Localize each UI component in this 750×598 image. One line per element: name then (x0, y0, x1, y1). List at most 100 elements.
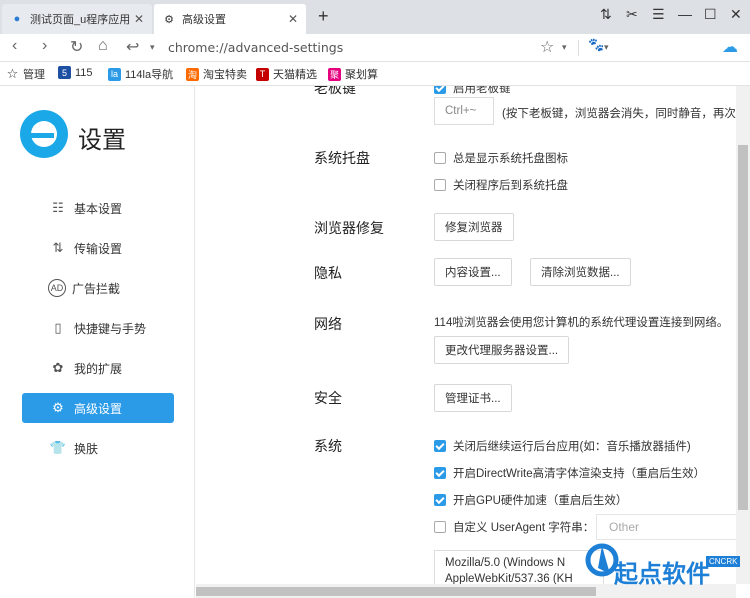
checkbox-label: 启用老板键 (453, 86, 511, 95)
close-icon[interactable]: ✕ (134, 12, 144, 26)
114la-icon: la (108, 67, 121, 81)
sidebar-item-extensions[interactable]: ✿ 我的扩展 (22, 353, 174, 383)
boss-key-checkbox[interactable]: 启用老板键 (434, 86, 511, 96)
sidebar-item-label: 我的扩展 (74, 361, 123, 376)
window-close-icon[interactable]: ✕ (730, 6, 742, 23)
forward-icon[interactable]: › (42, 37, 47, 55)
tray-always-show-checkbox[interactable]: 总是显示系统托盘图标 (434, 150, 568, 166)
back-icon[interactable]: ‹ (12, 37, 17, 55)
boss-key-field[interactable]: Ctrl+~ (434, 97, 494, 125)
content-settings-button[interactable]: 内容设置... (434, 258, 512, 286)
repair-browser-button[interactable]: 修复浏览器 (434, 213, 514, 241)
checkbox[interactable] (434, 440, 446, 452)
tray-minimize-checkbox[interactable]: 关闭程序后到系统托盘 (434, 177, 568, 193)
home-icon[interactable]: ⌂ (98, 37, 108, 55)
checkbox-label: 开启DirectWrite高清字体渲染支持（重启后生效） (453, 468, 706, 480)
bookmark-115[interactable]: 5 115 (58, 66, 93, 79)
sidebar-item-shortcuts[interactable]: ▯ 快捷键与手势 (22, 313, 174, 343)
minimize-icon[interactable]: — (678, 6, 692, 22)
sidebar-item-adblock[interactable]: AD 广告拦截 (22, 273, 174, 303)
sidebar-item-transfer[interactable]: ⇅ 传输设置 (22, 233, 174, 263)
shirt-icon: 👕 (49, 440, 67, 455)
watermark-text: 起点软件 (614, 561, 710, 588)
watermark-badge: CNCRK (706, 556, 741, 567)
tab-test-page[interactable]: ● 测试页面_u程序应用运行 ✕ (2, 4, 152, 34)
chevron-down-icon[interactable]: ▾ (604, 42, 609, 53)
useragent-line: AppleWebKit/537.36 (KH (445, 573, 573, 584)
tab-advanced-settings[interactable]: ⚙ 高级设置 ✕ (154, 4, 306, 34)
menu-icon[interactable]: ☰ (652, 6, 665, 23)
star-icon[interactable]: ☆ (540, 37, 554, 57)
settings-sidebar: 设置 ☷ 基本设置 ⇅ 传输设置 AD 广告拦截 ▯ 快捷键与手势 ✿ 我的扩展… (0, 86, 195, 598)
chevron-down-icon[interactable]: ▾ (150, 42, 155, 53)
paw-icon[interactable]: 🐾 (588, 37, 604, 53)
chevron-down-icon[interactable]: ▾ (562, 42, 567, 53)
boss-key-hint: (按下老板键，浏览器会消失，同时静音，再次按 (502, 108, 736, 120)
checkbox[interactable] (434, 494, 446, 506)
scissors-icon[interactable]: ✂ (626, 6, 638, 23)
sidebar-title: 设置 (78, 127, 126, 154)
sidebar-item-skin[interactable]: 👕 换肤 (22, 433, 174, 463)
checkbox[interactable] (434, 152, 446, 164)
transfer-icon: ⇅ (52, 240, 64, 255)
settings-content: 老板键 启用老板键 Ctrl+~ (按下老板键，浏览器会消失，同时静音，再次按 … (196, 86, 736, 584)
bookmark-114la[interactable]: la 114la导航 (108, 66, 173, 82)
vertical-scrollbar-thumb[interactable] (738, 145, 748, 510)
checkbox[interactable] (434, 521, 446, 533)
proxy-settings-button[interactable]: 更改代理服务器设置... (434, 336, 570, 364)
clear-data-button[interactable]: 清除浏览数据... (530, 258, 631, 286)
bookmark-label: 管理 (23, 69, 45, 81)
mouse-icon: ▯ (54, 320, 62, 335)
tab-bar: ● 测试页面_u程序应用运行 ✕ ⚙ 高级设置 ✕ + ⇅ ✂ ☰ — ☐ ✕ (0, 0, 750, 34)
new-tab-icon[interactable]: + (318, 6, 329, 27)
sidebar-item-basic[interactable]: ☷ 基本设置 (22, 193, 174, 223)
reload-icon[interactable]: ↻ (70, 37, 83, 57)
section-tray: 系统托盘 (314, 150, 370, 166)
tab-label: 测试页面_u程序应用运行 (30, 14, 130, 26)
sidebar-item-label: 快捷键与手势 (74, 321, 147, 336)
bookmark-taobao[interactable]: 淘 淘宝特卖 (186, 66, 247, 82)
logo-bar (28, 133, 54, 138)
sidebar-item-label: 传输设置 (74, 241, 123, 256)
bookmark-juhuasuan[interactable]: 聚 聚划算 (328, 66, 378, 82)
network-description: 114啦浏览器会使用您计算机的系统代理设置连接到网络。 (434, 317, 729, 329)
horizontal-scrollbar-thumb[interactable] (196, 587, 596, 596)
section-boss-key: 老板键 (314, 86, 356, 96)
gear-icon: ⚙ (164, 13, 174, 26)
checkbox-label: 关闭后继续运行后台应用(如：音乐播放器插件) (453, 441, 691, 453)
bookmark-manage[interactable]: ☆ 管理 (6, 66, 45, 82)
globe-icon: ● (13, 13, 21, 25)
url-field[interactable]: chrome://advanced-settings (168, 40, 343, 55)
juhuasuan-icon: 聚 (328, 67, 341, 81)
sort-icon[interactable]: ⇅ (600, 6, 612, 23)
section-repair: 浏览器修复 (314, 220, 384, 236)
sidebar-item-label: 基本设置 (74, 201, 123, 216)
checkbox[interactable] (434, 179, 446, 191)
maximize-icon[interactable]: ☐ (704, 6, 717, 23)
sidebar-item-label: 高级设置 (74, 401, 123, 416)
gpu-acceleration-checkbox[interactable]: 开启GPU硬件加速（重启后生效） (434, 492, 627, 508)
useragent-textbox[interactable]: Mozilla/5.0 (Windows N AppleWebKit/537.3… (434, 550, 604, 584)
sidebar-item-advanced[interactable]: ⚙ 高级设置 (22, 393, 174, 423)
sliders-icon: ☷ (52, 200, 64, 215)
address-bar: ‹ › ↻ ⌂ ↩ ▾ chrome://advanced-settings ☆… (0, 34, 750, 62)
bookmark-tmall[interactable]: T 天猫精选 (256, 66, 317, 82)
custom-useragent-checkbox[interactable]: 自定义 UserAgent 字符串： (434, 519, 594, 535)
close-icon[interactable]: ✕ (288, 12, 298, 26)
checkbox[interactable] (434, 467, 446, 479)
checkbox-label: 关闭程序后到系统托盘 (453, 180, 568, 192)
undo-icon[interactable]: ↩ (126, 37, 139, 57)
adblock-icon: AD (48, 279, 66, 297)
background-apps-checkbox[interactable]: 关闭后继续运行后台应用(如：音乐播放器插件) (434, 438, 691, 454)
manage-certificates-button[interactable]: 管理证书... (434, 384, 512, 412)
section-privacy: 隐私 (314, 265, 342, 281)
directwrite-checkbox[interactable]: 开启DirectWrite高清字体渲染支持（重启后生效） (434, 465, 705, 481)
section-security: 安全 (314, 390, 342, 406)
checkbox-label: 开启GPU硬件加速（重启后生效） (453, 495, 628, 507)
checkbox[interactable] (434, 86, 446, 94)
checkbox-label: 自定义 UserAgent 字符串： (453, 522, 595, 534)
taobao-icon: 淘 (186, 67, 199, 81)
bookmark-label: 聚划算 (345, 69, 378, 81)
cloud-icon[interactable]: ☁ (722, 37, 738, 57)
bookmarks-bar: ☆ 管理 5 115 la 114la导航 淘 淘宝特卖 T 天猫精选 聚 聚划… (0, 62, 750, 86)
